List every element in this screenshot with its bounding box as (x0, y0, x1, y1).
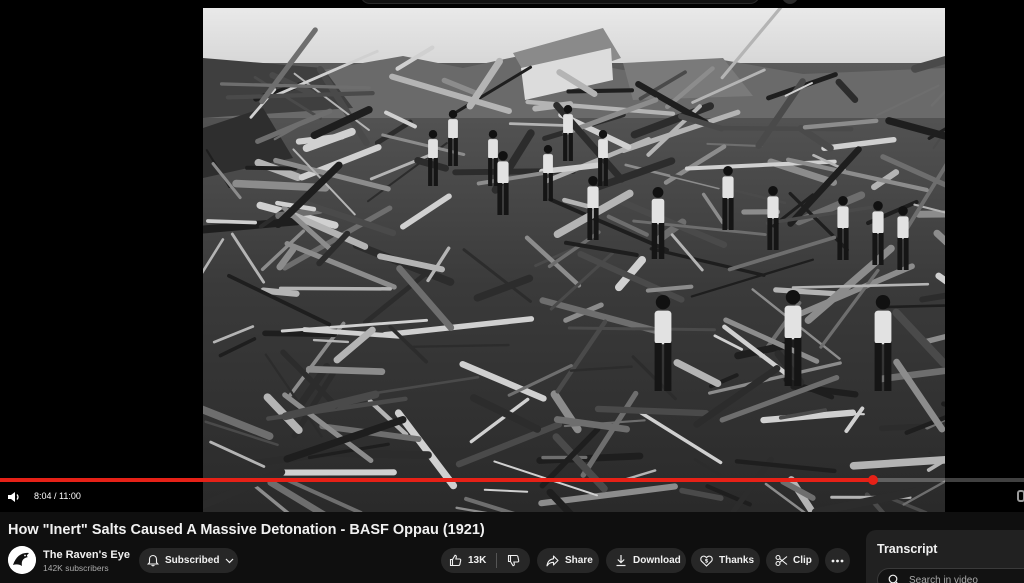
bell-icon (147, 554, 159, 567)
subscribed-label: Subscribed (165, 555, 220, 566)
share-button[interactable]: Share (537, 548, 599, 573)
download-button[interactable]: Download (606, 548, 686, 573)
video-frame[interactable] (203, 8, 945, 512)
volume-icon[interactable] (7, 490, 21, 504)
like-dislike-group: 13K (441, 548, 530, 573)
video-frame-image (203, 8, 945, 512)
like-button[interactable]: 13K (441, 548, 496, 573)
progress-bar[interactable] (0, 475, 1024, 485)
video-player[interactable]: 8:04 / 11:00 (0, 0, 1024, 512)
subscriber-count: 142K subscribers (43, 563, 109, 573)
thanks-button[interactable]: $ Thanks (691, 548, 760, 573)
subscribed-button[interactable]: Subscribed (139, 548, 238, 573)
transcript-title: Transcript (877, 542, 938, 556)
more-icon (831, 559, 844, 562)
progress-played (0, 478, 874, 482)
download-icon (616, 555, 626, 567)
masthead-search-edge (360, 0, 760, 4)
raven-logo-icon (8, 546, 36, 574)
dislike-button[interactable] (497, 548, 530, 573)
thumbs-down-icon (507, 554, 520, 567)
thanks-icon: $ (700, 555, 713, 567)
player-settings-edge-button[interactable] (1017, 490, 1024, 502)
time-separator: / (51, 491, 60, 501)
channel-avatar[interactable] (8, 546, 36, 574)
time-display: 8:04 / 11:00 (34, 491, 81, 501)
chevron-down-icon (226, 558, 234, 563)
transcript-search-placeholder: Search in video (909, 575, 978, 583)
share-label: Share (565, 555, 593, 566)
thumbs-up-icon (449, 554, 462, 567)
masthead-button-edge (782, 0, 798, 4)
duration: 11:00 (59, 491, 81, 501)
transcript-search-input[interactable]: Search in video (877, 568, 1024, 583)
svg-text:$: $ (705, 559, 709, 565)
search-icon (888, 574, 898, 583)
like-count: 13K (468, 555, 487, 566)
player-controls: 8:04 / 11:00 (0, 484, 1024, 510)
clip-label: Clip (793, 555, 812, 566)
channel-name[interactable]: The Raven's Eye (43, 549, 130, 561)
clip-button[interactable]: Clip (766, 548, 819, 573)
download-label: Download (633, 555, 681, 566)
video-title: How "Inert" Salts Caused A Massive Deton… (8, 522, 485, 538)
more-actions-button[interactable] (825, 548, 850, 573)
share-icon (546, 554, 559, 566)
thanks-label: Thanks (719, 555, 755, 566)
scissors-icon (775, 554, 788, 567)
current-time: 8:04 (34, 491, 52, 501)
channel-info[interactable]: The Raven's Eye 142K subscribers (8, 546, 138, 576)
transcript-panel: Transcript Search in video (866, 530, 1024, 583)
